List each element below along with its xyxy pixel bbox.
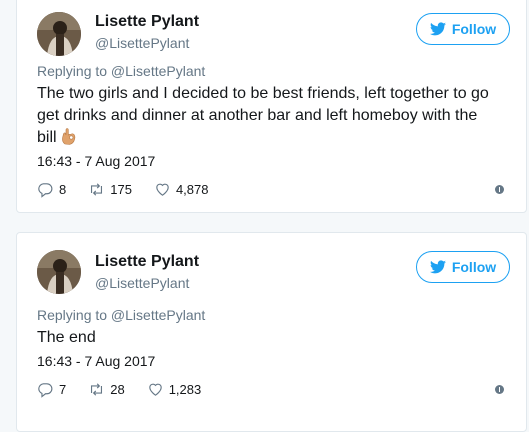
twitter-bird-icon [429, 260, 446, 274]
follow-button[interactable]: Follow [416, 251, 510, 283]
tweet-text-body: The two girls and I decided to be best f… [37, 85, 489, 146]
like-count: 4,878 [175, 182, 209, 197]
tweet-card: Lisette Pylant @LisettePylant Follow Rep… [16, 232, 527, 432]
more-info-icon[interactable] [495, 185, 504, 194]
tweet-text: The end [37, 329, 96, 346]
like-count: 1,283 [168, 382, 202, 397]
tweet-actions: 8 175 4,878 [37, 181, 230, 198]
tweet-text: The two girls and I decided to be best f… [37, 83, 500, 149]
timestamp[interactable]: 16:43 - 7 Aug 2017 [37, 153, 155, 169]
heart-icon [148, 383, 162, 396]
reply-button[interactable]: 7 [37, 381, 66, 398]
tweet-card: Lisette Pylant @LisettePylant Follow Rep… [16, 0, 527, 213]
avatar[interactable] [37, 250, 81, 294]
reply-count: 7 [59, 382, 67, 397]
twitter-bird-icon [429, 22, 446, 36]
ok-hand-icon [61, 128, 75, 145]
like-button[interactable]: 1,283 [147, 381, 202, 398]
follow-label: Follow [451, 21, 497, 37]
display-name[interactable]: Lisette Pylant [95, 253, 199, 271]
replying-to[interactable]: Replying to @LisettePylant [37, 307, 205, 323]
retweet-count: 175 [110, 182, 132, 197]
follow-button[interactable]: Follow [416, 13, 510, 45]
tweet-actions: 7 28 1,283 [37, 381, 223, 398]
reply-icon [38, 383, 53, 398]
retweet-count: 28 [110, 382, 125, 397]
heart-icon [156, 183, 169, 196]
display-name[interactable]: Lisette Pylant [95, 13, 199, 31]
follow-label: Follow [451, 259, 497, 275]
reply-button[interactable]: 8 [37, 181, 66, 198]
reply-count: 8 [59, 182, 67, 197]
more-info-icon[interactable] [495, 385, 504, 394]
retweet-icon [91, 383, 103, 396]
retweet-icon [91, 183, 103, 196]
replying-to[interactable]: Replying to @LisettePylant [37, 63, 205, 79]
username-handle[interactable]: @LisettePylant [95, 275, 189, 291]
retweet-button[interactable]: 28 [88, 381, 125, 398]
reply-icon [38, 183, 53, 198]
timestamp[interactable]: 16:43 - 7 Aug 2017 [37, 353, 155, 369]
username-handle[interactable]: @LisettePylant [95, 35, 189, 51]
avatar[interactable] [37, 12, 81, 56]
like-button[interactable]: 4,878 [154, 181, 209, 198]
retweet-button[interactable]: 175 [88, 181, 132, 198]
